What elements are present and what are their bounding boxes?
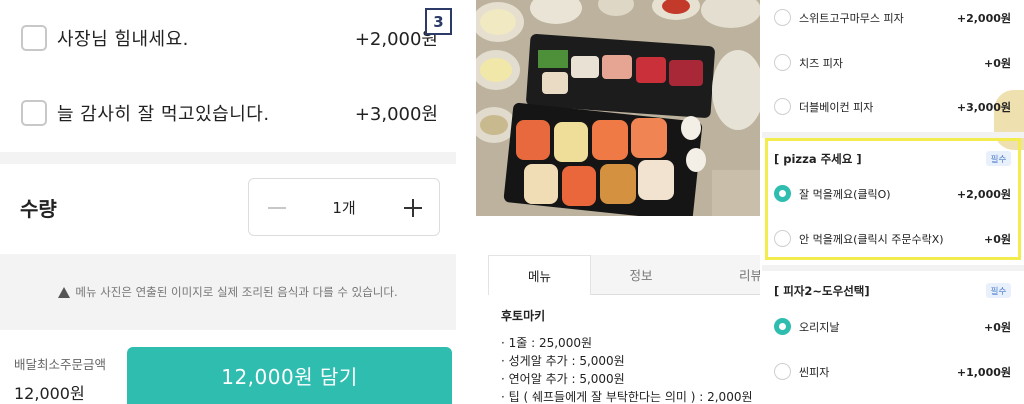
option-label: 잘 먹을께요(클릭O)	[799, 188, 891, 201]
tab-review[interactable]: 리뷰	[691, 255, 760, 295]
option-double-bacon-pizza[interactable]: 더블베이컨 피자 +3,000원	[762, 87, 1024, 127]
right-panel: 스위트고구마무스 피자 +2,000원 치즈 피자 +0원 더블베이컨 피자 +…	[762, 0, 1024, 404]
section-divider	[0, 152, 456, 164]
menu-title: 후토마키	[501, 309, 546, 323]
middle-panel: 메뉴 정보 리뷰 후토마키 · 1줄 : 25,000원 · 성게알 추가 : …	[476, 0, 760, 404]
option-thin-pizza[interactable]: 씬피자 +1,000원	[762, 352, 1024, 392]
option-price: +0원	[984, 57, 1011, 70]
option-price: +1,000원	[956, 366, 1011, 379]
option-label: 치즈 피자	[799, 57, 843, 70]
radio-button[interactable]	[774, 98, 791, 115]
group-title-pizza: [ pizza 주세요 ]	[774, 152, 862, 166]
option-label: 늘 감사히 잘 먹고있습니다.	[57, 104, 270, 125]
option-row-cheer[interactable]: 사장님 힘내세요. +2,000원	[0, 0, 456, 76]
radio-button[interactable]	[774, 185, 791, 202]
page-number-badge: 3	[425, 8, 452, 35]
notice-text: 메뉴 사진은 연출된 이미지로 실제 조리된 음식과 다를 수 있습니다.	[75, 285, 398, 299]
option-price: +2,000원	[956, 12, 1011, 25]
quantity-value: 1개	[332, 199, 356, 217]
option-label: 안 먹을께요(클릭시 주문수락X)	[799, 233, 944, 246]
option-sweet-potato-pizza[interactable]: 스위트고구마무스 피자 +2,000원	[762, 0, 1024, 38]
option-original[interactable]: 오리지날 +0원	[762, 307, 1024, 347]
option-label: 스위트고구마무스 피자	[799, 12, 904, 25]
radio-button[interactable]	[774, 363, 791, 380]
quantity-stepper: 1개	[248, 178, 440, 236]
warning-icon	[58, 286, 71, 298]
tab-menu[interactable]: 메뉴	[488, 255, 591, 295]
photo-notice: 메뉴 사진은 연출된 이미지로 실제 조리된 음식과 다를 수 있습니다.	[0, 254, 456, 330]
radio-button[interactable]	[774, 230, 791, 247]
option-price: +3,000원	[956, 101, 1011, 114]
sushi-photo-image	[476, 0, 760, 216]
menu-line: · 연어알 추가 : 5,000원	[501, 372, 625, 386]
option-label: 오리지날	[799, 321, 840, 334]
option-cheese-pizza[interactable]: 치즈 피자 +0원	[762, 43, 1024, 83]
checkbox[interactable]	[21, 25, 47, 51]
option-price: +0원	[984, 321, 1011, 334]
option-price: +0원	[984, 233, 1011, 246]
bottom-bar: 배달최소주문금액 12,000원 12,000원 담기	[0, 330, 456, 404]
tab-info[interactable]: 정보	[591, 255, 691, 295]
minus-icon[interactable]	[263, 194, 291, 222]
option-label: 더블베이컨 피자	[799, 101, 874, 114]
min-order-label: 배달최소주문금액	[14, 357, 107, 372]
menu-photo	[476, 0, 760, 216]
radio-button[interactable]	[774, 54, 791, 71]
option-label: 씬피자	[799, 366, 830, 379]
group-title-dough: [ 피자2~도우선택]	[774, 284, 870, 298]
required-badge: 필수	[986, 283, 1011, 298]
menu-description: 후토마키 · 1줄 : 25,000원 · 성게알 추가 : 5,000원 · …	[501, 307, 753, 404]
checkbox[interactable]	[21, 100, 47, 126]
radio-button[interactable]	[774, 318, 791, 335]
min-order-value: 12,000원	[14, 384, 85, 403]
option-wont-eat[interactable]: 안 먹을께요(클릭시 주문수락X) +0원	[762, 219, 1024, 259]
option-label: 사장님 힘내세요.	[57, 29, 189, 50]
quantity-label: 수량	[20, 197, 57, 221]
option-will-eat[interactable]: 잘 먹을께요(클릭O) +2,000원	[762, 174, 1024, 214]
option-price: +2,000원	[956, 188, 1011, 201]
option-price: +3,000원	[354, 104, 438, 125]
menu-line: · 1줄 : 25,000원	[501, 336, 593, 350]
menu-tabs: 메뉴 정보 리뷰	[488, 255, 760, 295]
menu-line: · 팁 ( 쉐프들에게 잘 부탁한다는 의미 ) : 2,000원	[501, 390, 753, 404]
menu-line: · 성게알 추가 : 5,000원	[501, 354, 625, 368]
left-panel: 사장님 힘내세요. +2,000원 3 늘 감사히 잘 먹고있습니다. +3,0…	[0, 0, 456, 404]
option-row-thanks[interactable]: 늘 감사히 잘 먹고있습니다. +3,000원	[0, 75, 456, 151]
section-divider	[762, 265, 1024, 271]
add-to-cart-button[interactable]: 12,000원 담기	[127, 347, 452, 404]
radio-button[interactable]	[774, 9, 791, 26]
required-badge: 필수	[986, 151, 1011, 166]
plus-icon[interactable]	[399, 194, 427, 222]
